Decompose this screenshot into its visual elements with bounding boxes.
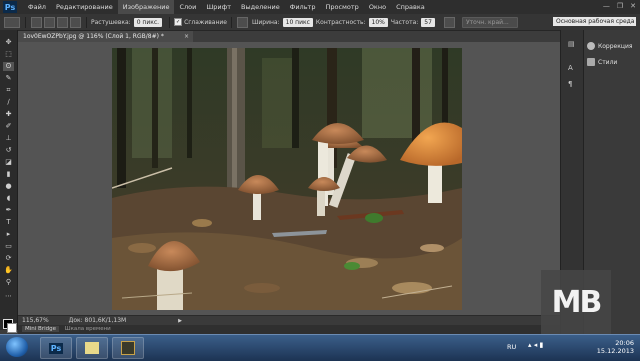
gradient-tool-icon[interactable]: ▮ [3, 170, 14, 179]
brush-tool-icon[interactable]: ✐ [3, 122, 14, 131]
quick-selection-tool-icon[interactable]: ✎ [3, 74, 14, 83]
feather-label: Растушевка: [91, 18, 131, 26]
character-panel-icon[interactable]: ¶ [568, 80, 572, 88]
history-panel-icon[interactable]: ▤ [568, 40, 575, 48]
document-image[interactable] [112, 48, 462, 310]
language-indicator[interactable]: RU [507, 343, 516, 351]
width-input[interactable]: 10 пикс [282, 17, 313, 27]
shape-tool-icon[interactable]: ▭ [3, 242, 14, 251]
document-tab[interactable]: 1ov0EwOZPbY.jpg @ 116% (Слой 1, RGB/8#) … [18, 31, 193, 42]
width-label: Ширина: [251, 18, 280, 26]
workspace-select[interactable]: Основная рабочая среда [553, 17, 636, 26]
frequency-label: Частота: [390, 18, 419, 26]
tablet-pressure-icon[interactable] [443, 16, 455, 28]
menu-help[interactable]: Справка [391, 0, 430, 14]
options-bar: Растушевка: 0 пикс. ✓ Сглаживание Ширина… [0, 14, 640, 31]
marquee-tool-icon[interactable]: ⬚ [3, 50, 14, 59]
type-tool-icon[interactable]: T [3, 218, 14, 227]
panel-item-styles[interactable]: Стили [587, 58, 617, 66]
pen-tool-icon[interactable]: ✒ [3, 206, 14, 215]
divider [230, 16, 232, 28]
feather-input[interactable]: 0 пикс. [133, 17, 163, 27]
tab-mini-bridge[interactable]: Mini Bridge [22, 326, 59, 332]
antialias-checkbox[interactable]: ✓ [174, 18, 183, 26]
add-selection-icon[interactable] [44, 16, 55, 28]
dots-icon: ⋯ [5, 292, 12, 300]
zoom-level[interactable]: 115,67% [22, 317, 49, 324]
adjustments-icon [587, 42, 595, 50]
taskbar-photoshop[interactable]: Ps [40, 337, 72, 359]
zoom-tool-icon[interactable]: ⚲ [3, 278, 14, 287]
magnetic-lasso-tool-icon[interactable]: ʘ [3, 62, 14, 71]
document-info: Док: 801,6K/1,13M [68, 317, 127, 324]
photoshop-app-icon: Ps [48, 342, 64, 354]
close-button[interactable]: ✕ [630, 2, 636, 10]
restore-button[interactable]: ❐ [617, 2, 623, 10]
mushroom-photo [112, 48, 462, 310]
menu-image[interactable]: Изображение [117, 0, 175, 14]
panel-item-label: Стили [598, 58, 618, 66]
menu-type[interactable]: Шрифт [201, 0, 236, 14]
new-selection-icon[interactable] [31, 16, 42, 28]
refine-edge-button[interactable]: Уточн. край... [461, 16, 518, 28]
tools-panel: ✥ ⬚ ʘ ✎ ⌗ ∕ ✚ ✐ ⊥ ↺ ◪ ▮ ● ◖ ✒ T ▸ ▭ ⟳ ✋ … [0, 30, 18, 333]
healing-brush-tool-icon[interactable]: ✚ [3, 110, 14, 119]
bottom-panel-tabs: Mini Bridge Шкала времени [18, 325, 560, 334]
clock-time: 20:06 [615, 339, 634, 347]
move-tool-icon[interactable]: ✥ [3, 38, 14, 47]
dodge-tool-icon[interactable]: ◖ [3, 194, 14, 203]
paragraph-panel-icon[interactable]: A [568, 64, 573, 72]
menu-layers[interactable]: Слои [174, 0, 201, 14]
camera-app-icon [121, 341, 135, 355]
divider [86, 16, 87, 28]
blur-tool-icon[interactable]: ● [3, 182, 14, 191]
hand-tool-icon[interactable]: ✋ [3, 266, 14, 275]
contrast-input[interactable]: 10% [368, 17, 388, 27]
menu-view[interactable]: Просмотр [320, 0, 363, 14]
close-document-icon[interactable]: × [184, 31, 189, 42]
taskbar-camera[interactable] [112, 337, 144, 359]
eyedropper-tool-icon[interactable]: ∕ [3, 98, 14, 107]
menu-select[interactable]: Выделение [236, 0, 285, 14]
crop-tool-icon[interactable]: ⌗ [3, 86, 14, 95]
divider [169, 16, 171, 28]
contrast-label: Контрастность: [315, 18, 366, 26]
window-controls: — ❐ ✕ [603, 2, 636, 10]
tray-icons[interactable]: ▴ ◂ ▮ [528, 341, 543, 349]
clone-stamp-tool-icon[interactable]: ⊥ [3, 134, 14, 143]
document-tab-title: 1ov0EwOZPbY.jpg @ 116% (Слой 1, RGB/8#) … [23, 33, 164, 40]
channel-watermark-logo: MB [541, 270, 611, 334]
eraser-tool-icon[interactable]: ◪ [3, 158, 14, 167]
clock[interactable]: 20:06 15.12.2013 [594, 339, 634, 355]
panel-item-label: Коррекция [598, 42, 633, 50]
path-selection-tool-icon[interactable]: ▸ [3, 230, 14, 239]
divider [25, 16, 26, 28]
minimize-button[interactable]: — [603, 2, 610, 10]
history-brush-tool-icon[interactable]: ↺ [3, 146, 14, 155]
pen-pressure-icon[interactable] [236, 16, 248, 28]
photoshop-logo[interactable]: Ps [3, 1, 17, 13]
background-color-swatch[interactable] [7, 323, 17, 333]
styles-icon [587, 58, 595, 66]
taskbar-notes[interactable] [76, 337, 108, 359]
tab-timeline[interactable]: Шкала времени [65, 326, 111, 332]
antialias-label: Сглаживание [184, 18, 227, 26]
start-button[interactable] [6, 337, 28, 357]
tool-preset-picker[interactable] [4, 16, 20, 28]
intersect-selection-icon[interactable] [70, 16, 81, 28]
clock-date: 15.12.2013 [596, 347, 634, 355]
menu-window[interactable]: Окно [364, 0, 391, 14]
panel-item-adjustments[interactable]: Коррекция [587, 42, 632, 50]
menu-file[interactable]: Файл [23, 0, 51, 14]
menu-edit[interactable]: Редактирование [51, 0, 118, 14]
notes-app-icon [85, 342, 99, 354]
menu-bar: Ps Файл Редактирование Изображение Слои … [0, 0, 640, 14]
status-menu-arrow-icon[interactable]: ▶ [178, 318, 182, 324]
3d-rotate-tool-icon[interactable]: ⟳ [3, 254, 14, 263]
menu-filter[interactable]: Фильтр [285, 0, 321, 14]
frequency-input[interactable]: 57 [421, 17, 435, 27]
subtract-selection-icon[interactable] [57, 16, 68, 28]
